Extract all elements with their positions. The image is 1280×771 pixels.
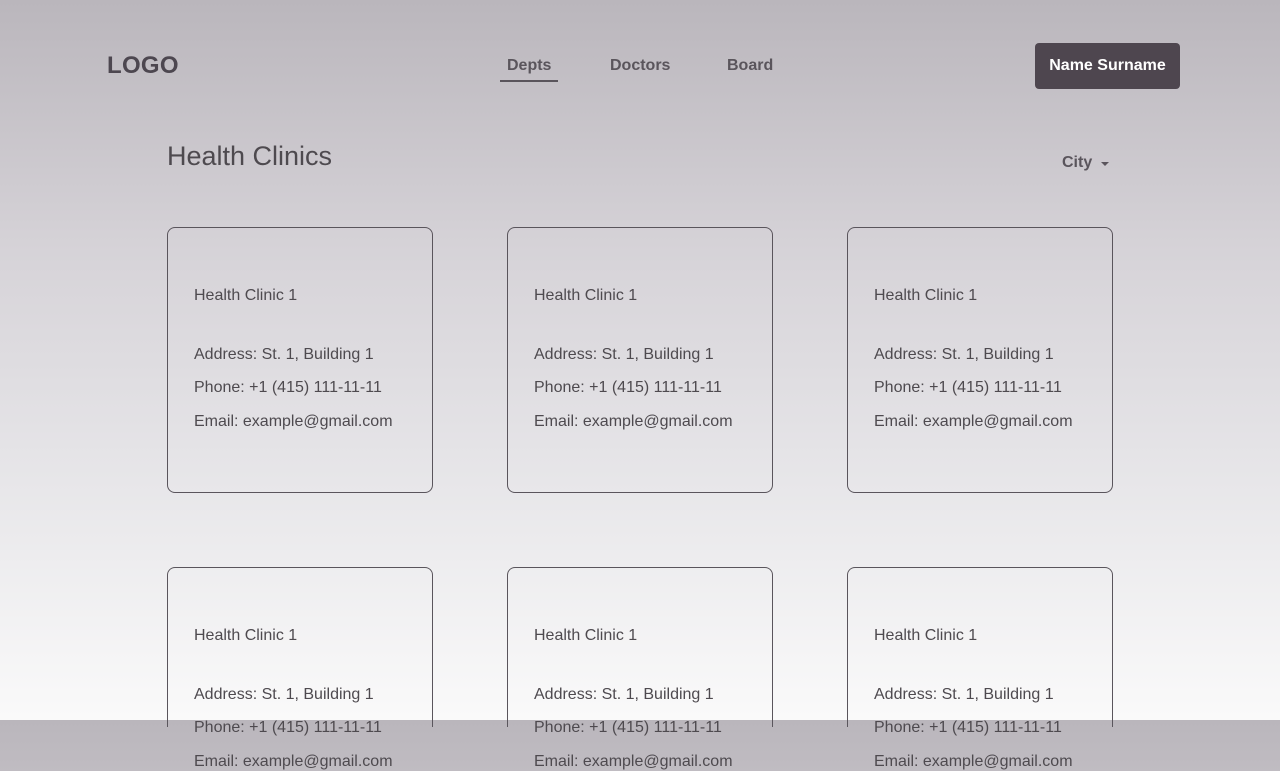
clinic-name: Health Clinic 1 xyxy=(874,287,978,304)
clinic-email: Email: example@gmail.com xyxy=(194,753,393,770)
clinic-email: Email: example@gmail.com xyxy=(534,413,733,430)
clinic-address: Address: St. 1, Building 1 xyxy=(194,346,374,363)
clinic-address: Address: St. 1, Building 1 xyxy=(534,346,714,363)
clinic-address: Address: St. 1, Building 1 xyxy=(534,686,714,703)
nav-depts[interactable]: Depts xyxy=(500,57,559,82)
clinic-address: Address: St. 1, Building 1 xyxy=(874,686,1054,703)
clinic-card[interactable]: Health Clinic 1 Address: St. 1, Building… xyxy=(847,567,1113,770)
clinic-phone: Phone: +1 (415) 111-11-11 xyxy=(874,379,1062,396)
clinic-name: Health Clinic 1 xyxy=(534,287,638,304)
clinic-name: Health Clinic 1 xyxy=(874,627,978,644)
clinic-phone: Phone: +1 (415) 111-11-11 xyxy=(534,379,722,396)
clinic-name: Health Clinic 1 xyxy=(194,287,298,304)
chevron-down-icon xyxy=(1101,161,1110,166)
clinic-name: Health Clinic 1 xyxy=(534,627,638,644)
user-profile-button[interactable]: Name Surname xyxy=(1035,43,1180,89)
clinic-address: Address: St. 1, Building 1 xyxy=(874,346,1054,363)
clinic-phone: Phone: +1 (415) 111-11-11 xyxy=(194,379,382,396)
clinic-email: Email: example@gmail.com xyxy=(194,413,393,430)
city-filter-dropdown[interactable]: City xyxy=(1062,154,1110,172)
nav-doctors[interactable]: Doctors xyxy=(610,57,670,75)
clinic-card[interactable]: Health Clinic 1 Address: St. 1, Building… xyxy=(167,567,433,770)
header: LOGO Depts Doctors Board Name Surname xyxy=(0,0,1280,130)
city-filter-label: City xyxy=(1062,154,1093,171)
page-title: Health Clinics xyxy=(167,141,333,171)
clinic-phone: Phone: +1 (415) 111-11-11 xyxy=(534,719,722,736)
clinic-card[interactable]: Health Clinic 1 Address: St. 1, Building… xyxy=(167,227,433,493)
clinic-name: Health Clinic 1 xyxy=(194,627,298,644)
clinic-card[interactable]: Health Clinic 1 Address: St. 1, Building… xyxy=(507,227,773,493)
clinic-card[interactable]: Health Clinic 1 Address: St. 1, Building… xyxy=(507,567,773,770)
clinic-email: Email: example@gmail.com xyxy=(874,413,1073,430)
logo[interactable]: LOGO xyxy=(107,52,179,80)
clinic-phone: Phone: +1 (415) 111-11-11 xyxy=(194,719,382,736)
clinic-email: Email: example@gmail.com xyxy=(874,753,1073,770)
clinic-phone: Phone: +1 (415) 111-11-11 xyxy=(874,719,1062,736)
clinic-email: Email: example@gmail.com xyxy=(534,753,733,770)
nav-board[interactable]: Board xyxy=(727,57,773,75)
clinic-card[interactable]: Health Clinic 1 Address: St. 1, Building… xyxy=(847,227,1113,493)
clinic-address: Address: St. 1, Building 1 xyxy=(194,686,374,703)
